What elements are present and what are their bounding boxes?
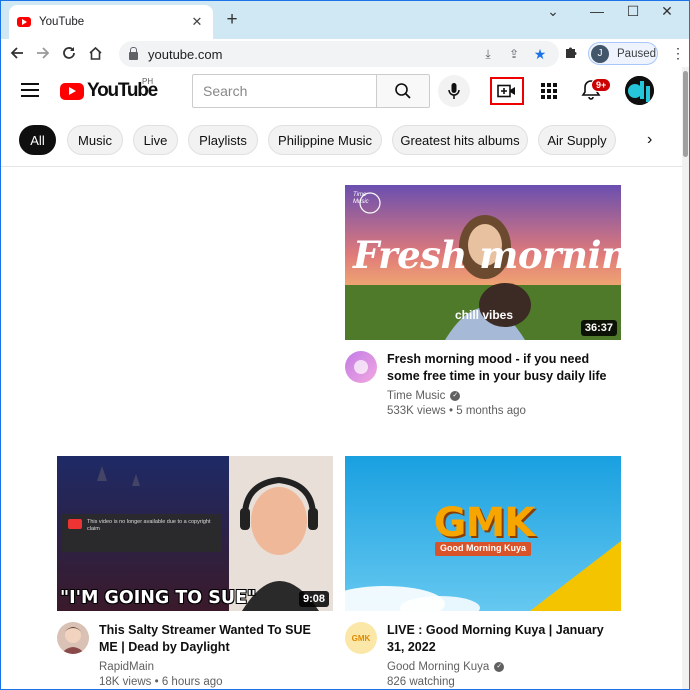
thumbnail-notice-text: This video is no longer available due to…	[87, 519, 211, 532]
video-thumbnail[interactable]: Fresh morning chill vibes Time Music 36:…	[345, 185, 621, 340]
channel-name-row: Good Morning Kuya ✓	[387, 661, 612, 673]
search-input[interactable]	[192, 74, 376, 108]
minimize-window-button[interactable]: —	[582, 3, 612, 19]
thumbnail-title-text: GMK	[433, 500, 536, 546]
tab-title: YouTube	[39, 16, 85, 28]
menu-hamburger-icon[interactable]	[21, 83, 39, 97]
apps-grid-icon[interactable]	[541, 83, 557, 99]
profile-button[interactable]: J Paused	[588, 42, 658, 65]
home-button[interactable]	[82, 41, 108, 65]
chip-philippine-music[interactable]: Philippine Music	[268, 125, 382, 155]
youtube-favicon-icon	[17, 17, 31, 27]
channel-avatar[interactable]: GMK	[345, 622, 377, 654]
video-thumbnail[interactable]: This video is no longer available due to…	[57, 456, 333, 611]
back-button[interactable]	[4, 41, 30, 65]
microphone-icon	[448, 83, 460, 99]
video-card[interactable]: Fresh morning chill vibes Time Music 36:…	[345, 185, 621, 417]
thumbnail-title-text: "I'M GOING TO SUE"	[60, 588, 257, 608]
channel-name[interactable]: Good Morning Kuya	[387, 661, 489, 673]
share-icon[interactable]: ⇪	[505, 47, 523, 61]
video-camera-plus-icon	[497, 84, 515, 98]
youtube-logo[interactable]: YouTube PH	[60, 77, 158, 102]
thumbnail-subtitle: Good Morning Kuya	[440, 543, 526, 553]
voice-search-button[interactable]	[438, 75, 470, 107]
chip-all[interactable]: All	[19, 125, 56, 155]
region-code: PH	[142, 77, 154, 86]
thumbnail-logo-text: Time Music	[353, 192, 369, 205]
search-button[interactable]	[376, 74, 430, 108]
minimize-icon[interactable]: ⌄	[538, 3, 568, 20]
video-title[interactable]: LIVE : Good Morning Kuya | January 31, 2…	[387, 622, 612, 656]
reload-button[interactable]	[56, 41, 82, 65]
video-card[interactable]: This video is no longer available due to…	[57, 456, 333, 688]
thumbnail-subtitle: chill vibes	[455, 308, 514, 322]
video-stats: 18K views • 6 hours ago	[99, 676, 223, 688]
lock-icon[interactable]	[129, 47, 138, 60]
filter-chips: All Music Live Playlists Philippine Musi…	[19, 125, 689, 155]
chip-music[interactable]: Music	[67, 125, 123, 155]
notification-count-badge: 9+	[591, 78, 612, 92]
profile-status: Paused	[617, 47, 657, 60]
close-window-button[interactable]: ✕	[652, 3, 682, 20]
address-bar[interactable]: youtube.com ⤓ ⇪ ★	[119, 41, 559, 67]
browser-window: YouTube ✕ + ⌄ — ☐ ✕ youtube.com ⤓ ⇪ ★ J …	[0, 0, 690, 690]
video-meta: Fresh morning mood - if you need some fr…	[345, 351, 621, 417]
tab-strip: YouTube ✕ + ⌄ — ☐ ✕	[1, 1, 689, 39]
install-app-icon[interactable]: ⤓	[479, 47, 497, 62]
extensions-puzzle-icon[interactable]	[564, 45, 578, 62]
browser-toolbar: youtube.com ⤓ ⇪ ★ J Paused ⋮	[1, 39, 689, 67]
channel-avatar[interactable]	[345, 351, 377, 383]
maximize-window-button[interactable]: ☐	[618, 3, 648, 20]
video-meta: This Salty Streamer Wanted To SUE ME | D…	[57, 622, 333, 688]
page-scrollbar[interactable]	[682, 67, 689, 689]
channel-name-row: Time Music ✓	[387, 390, 612, 402]
thumbnail-title-text: Fresh morning	[353, 233, 621, 277]
channel-name[interactable]: RapidMain	[99, 661, 154, 673]
video-stats: 533K views • 5 months ago	[387, 405, 526, 417]
chips-next-chevron-icon[interactable]: ›	[647, 131, 652, 149]
verified-check-icon: ✓	[450, 391, 461, 401]
video-title[interactable]: This Salty Streamer Wanted To SUE ME | D…	[99, 622, 324, 656]
tab-youtube[interactable]: YouTube ✕	[9, 5, 213, 39]
chip-playlists[interactable]: Playlists	[188, 125, 258, 155]
bookmark-star-icon[interactable]: ★	[531, 46, 549, 63]
profile-avatar: J	[591, 44, 609, 63]
verified-check-icon: ✓	[494, 662, 505, 672]
forward-button[interactable]	[30, 41, 56, 65]
channel-avatar-text: GMK	[351, 633, 371, 643]
video-thumbnail[interactable]: GMK Good Morning Kuya	[345, 456, 621, 611]
video-card[interactable]: GMK Good Morning Kuya GMK LIVE : Good Mo…	[345, 456, 621, 688]
scrollbar-thumb[interactable]	[683, 71, 688, 157]
channel-avatar[interactable]	[57, 622, 89, 654]
chip-live[interactable]: Live	[133, 125, 178, 155]
channel-name-row: RapidMain	[99, 661, 324, 673]
chip-air-supply[interactable]: Air Supply	[538, 125, 616, 155]
browser-menu-icon[interactable]: ⋮	[671, 45, 685, 62]
account-avatar[interactable]	[625, 76, 654, 105]
search-icon	[395, 83, 411, 99]
create-video-button[interactable]	[490, 77, 524, 105]
youtube-play-icon	[60, 82, 84, 100]
url-text: youtube.com	[148, 46, 223, 62]
youtube-header: YouTube PH 9+	[1, 67, 689, 115]
video-duration: 9:08	[298, 591, 329, 607]
close-tab-icon[interactable]: ✕	[189, 14, 205, 30]
video-stats: 826 watching	[387, 676, 455, 688]
video-title[interactable]: Fresh morning mood - if you need some fr…	[387, 351, 612, 385]
video-meta: GMK LIVE : Good Morning Kuya | January 3…	[345, 622, 621, 688]
chips-divider	[1, 166, 689, 167]
video-duration: 36:37	[580, 320, 617, 336]
chip-greatest-hits-albums[interactable]: Greatest hits albums	[392, 125, 528, 155]
channel-name[interactable]: Time Music	[387, 390, 445, 402]
new-tab-button[interactable]: +	[222, 9, 242, 31]
